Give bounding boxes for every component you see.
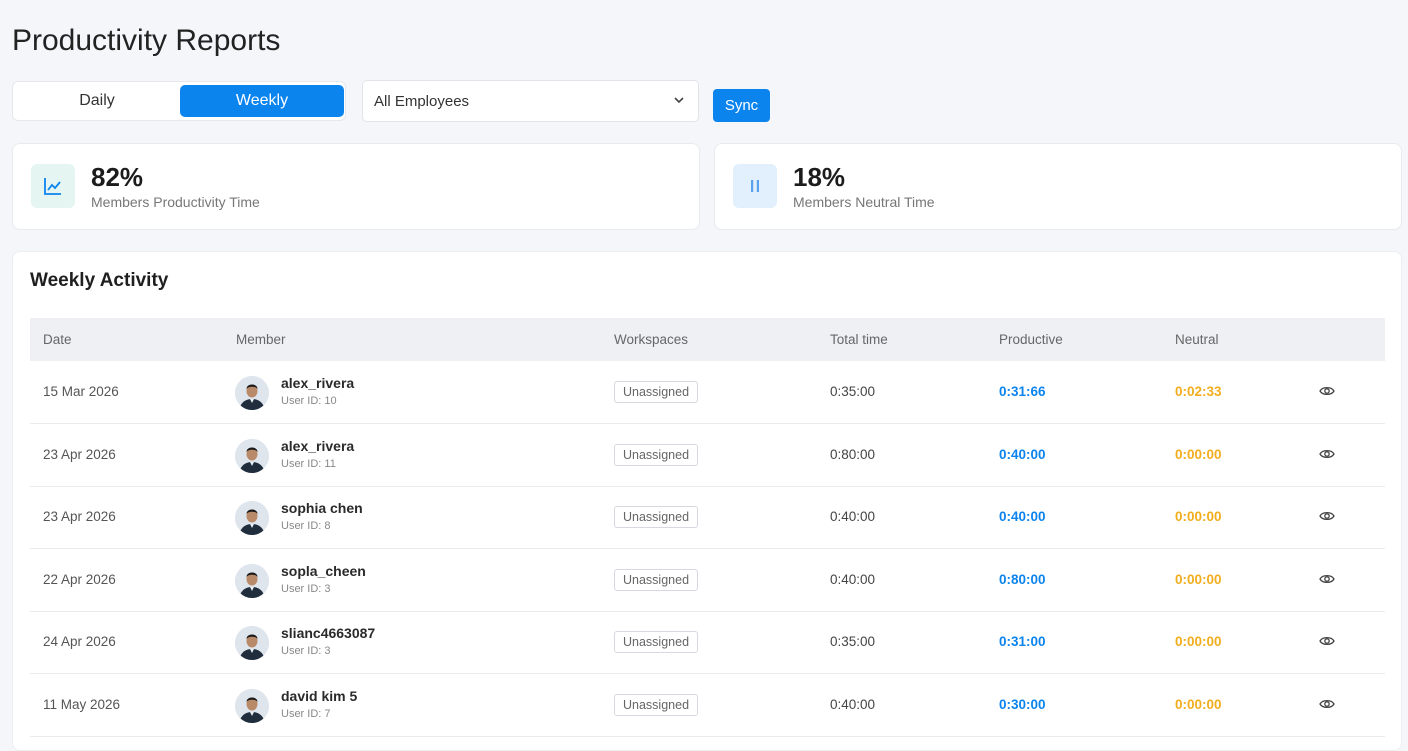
productive-time: 0:31:66: [999, 384, 1046, 399]
productive-time: 0:80:00: [999, 571, 1046, 587]
view-eye-icon[interactable]: [1319, 634, 1335, 648]
col-productive: Productive: [999, 332, 1063, 347]
member-name: slianc4663087: [281, 625, 376, 641]
view-eye-icon[interactable]: [1319, 572, 1335, 586]
avatar: [235, 626, 269, 660]
neutral-label: Members Neutral Time: [793, 194, 935, 210]
row-date: 23 Apr 2026: [43, 509, 116, 524]
neutral-time: 0:00:00: [1175, 696, 1222, 712]
workspace-badge: Unassigned: [614, 631, 699, 653]
sync-button[interactable]: Sync: [713, 89, 770, 122]
employee-select-value: All Employees: [374, 92, 470, 110]
table-row: 15 Mar 2026 alex_rivera User ID: 10 Unassig…: [30, 362, 1385, 424]
view-eye-icon[interactable]: [1319, 447, 1335, 461]
row-date: 23 Apr 2026: [43, 446, 116, 462]
productive-time: 0:40:00: [999, 509, 1046, 524]
productivity-stat-card: 82% Members Productivity Time: [12, 143, 700, 230]
table-row: 23 Apr 2026 alex_rivera User ID: 11 Unassig…: [30, 425, 1385, 487]
avatar: [235, 376, 269, 410]
col-date: Date: [43, 332, 72, 347]
avatar: [235, 688, 269, 723]
member-user-id: User ID: 11: [281, 457, 336, 470]
productivity-value: 82%: [91, 162, 144, 192]
tab-weekly[interactable]: Weekly: [180, 85, 344, 117]
avatar: [235, 563, 269, 598]
page-title: Productivity Reports: [12, 24, 281, 57]
workspace-badge: Unassigned: [614, 506, 699, 528]
total-time: 0:35:00: [830, 384, 876, 399]
member-user-id: User ID: 10: [281, 395, 337, 407]
row-date: 24 Apr 2026: [43, 634, 116, 649]
total-time: 0:40:00: [830, 571, 876, 587]
weekly-activity-panel: Weekly Activity Date Member Workspaces T…: [12, 251, 1402, 751]
member-user-id: User ID: 3: [281, 645, 331, 657]
total-time: 0:40:00: [830, 509, 876, 524]
tab-daily[interactable]: Daily: [15, 85, 179, 117]
col-neutral: Neutral: [1175, 332, 1219, 347]
avatar: [235, 501, 269, 535]
workspace-badge: Unassigned: [614, 568, 699, 591]
line-chart-icon: [31, 164, 75, 208]
chevron-down-icon: [674, 97, 684, 104]
neutral-value: 18%: [793, 162, 846, 192]
avatar: [235, 438, 269, 473]
table-row: 24 Apr 2026 slianc4663087 User ID: 3 Unassi…: [30, 612, 1385, 674]
total-time: 0:80:00: [830, 446, 876, 462]
row-date: 11 May 2026: [43, 696, 121, 712]
row-date: 15 Mar 2026: [43, 384, 119, 399]
workspace-badge: Unassigned: [614, 381, 699, 403]
workspace-badge: Unassigned: [614, 443, 699, 466]
member-user-id: User ID: 7: [281, 707, 331, 720]
table-row: 11 May 2026 david kim 5 User ID: 7 Unassign…: [30, 675, 1385, 737]
table-header: Date Member Workspaces Total time Produc…: [30, 318, 1385, 361]
total-time: 0:40:00: [830, 696, 876, 712]
member-name: alex_rivera: [281, 375, 355, 391]
productive-time: 0:31:00: [999, 634, 1046, 649]
view-eye-icon[interactable]: [1319, 384, 1335, 398]
panel-title: Weekly Activity: [30, 270, 169, 291]
total-time: 0:35:00: [830, 634, 876, 649]
member-user-id: User ID: 8: [281, 520, 331, 532]
table-row: 23 Apr 2026 sophia chen User ID: 8 Unassign…: [30, 487, 1385, 549]
neutral-time: 0:00:00: [1175, 634, 1222, 649]
col-member: Member: [236, 332, 286, 347]
member-name: david kim 5: [281, 687, 358, 704]
member-name: alex_rivera: [281, 437, 355, 454]
employee-select[interactable]: All Employees: [362, 80, 699, 122]
view-eye-icon[interactable]: [1319, 697, 1335, 711]
member-user-id: User ID: 3: [281, 582, 331, 595]
productivity-label: Members Productivity Time: [91, 194, 260, 210]
neutral-time: 0:00:00: [1175, 509, 1222, 524]
view-eye-icon[interactable]: [1319, 509, 1335, 523]
workspace-badge: Unassigned: [614, 693, 699, 716]
neutral-time: 0:02:33: [1175, 384, 1222, 399]
period-toggle: Daily Weekly: [12, 81, 346, 121]
neutral-time: 0:00:00: [1175, 571, 1222, 587]
neutral-stat-card: 18% Members Neutral Time: [714, 143, 1402, 230]
productive-time: 0:30:00: [999, 696, 1046, 712]
member-name: sophia chen: [281, 500, 363, 516]
col-total-time: Total time: [830, 332, 888, 347]
table-row: 22 Apr 2026 sopla_cheen User ID: 3 Unassign…: [30, 550, 1385, 612]
member-name: sopla_cheen: [281, 562, 366, 579]
productive-time: 0:40:00: [999, 446, 1046, 462]
pause-icon: [733, 164, 777, 208]
neutral-time: 0:00:00: [1175, 446, 1222, 462]
row-date: 22 Apr 2026: [43, 571, 116, 587]
col-workspaces: Workspaces: [614, 332, 689, 347]
